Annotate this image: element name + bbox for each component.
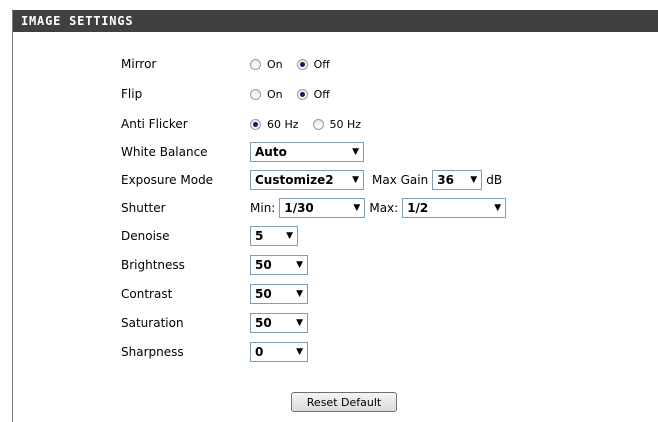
chevron-down-icon: ▼ <box>352 147 359 157</box>
chevron-down-icon: ▼ <box>494 203 502 213</box>
brightness-label: Brightness <box>121 258 185 272</box>
anti-flicker-row: Anti Flicker 60 Hz 50 Hz <box>13 112 658 136</box>
shutter-min-select[interactable]: 1/30 ▼ <box>279 198 366 218</box>
sharpness-control: 0 ▼ <box>250 340 308 364</box>
contrast-select[interactable]: 50 ▼ <box>250 284 308 304</box>
white-balance-select[interactable]: Auto ▼ <box>250 142 364 162</box>
anti-flicker-50hz-label: 50 Hz <box>329 117 362 131</box>
sharpness-row: Sharpness 0 ▼ <box>13 340 658 364</box>
contrast-value: 50 <box>255 287 272 301</box>
brightness-control: 50 ▼ <box>250 253 308 277</box>
reset-default-button[interactable]: Reset Default <box>291 392 397 412</box>
flip-off-radio[interactable] <box>296 88 308 100</box>
white-balance-label: White Balance <box>121 145 208 159</box>
shutter-max-value: 1/2 <box>407 201 429 215</box>
mirror-label: Mirror <box>121 57 157 71</box>
flip-label: Flip <box>121 87 143 101</box>
denoise-label: Denoise <box>121 229 170 243</box>
exposure-mode-row: Exposure Mode Customize2 ▼ Max Gain 36 ▼… <box>13 168 658 192</box>
denoise-value: 5 <box>255 229 264 243</box>
mirror-row: Mirror On Off <box>13 52 658 76</box>
mirror-off-radio[interactable] <box>296 58 308 70</box>
denoise-select[interactable]: 5 ▼ <box>250 226 298 246</box>
white-balance-control: Auto ▼ <box>250 140 364 164</box>
shutter-control: Min: 1/30 ▼ Max: 1/2 ▼ <box>250 196 507 220</box>
shutter-row: Shutter Min: 1/30 ▼ Max: 1/2 ▼ <box>13 196 658 220</box>
shutter-min-label: Min: <box>250 201 276 215</box>
anti-flicker-50hz-radio[interactable] <box>312 118 324 130</box>
mirror-on-label: On <box>267 57 283 71</box>
white-balance-row: White Balance Auto ▼ <box>13 140 658 164</box>
exposure-mode-select[interactable]: Customize2 ▼ <box>250 170 364 190</box>
chevron-down-icon: ▼ <box>470 175 478 185</box>
max-gain-select[interactable]: 36 ▼ <box>432 170 483 190</box>
flip-off-label: Off <box>313 87 330 101</box>
max-gain-label: Max Gain <box>372 173 429 187</box>
mirror-options: On Off <box>250 52 344 76</box>
saturation-row: Saturation 50 ▼ <box>13 311 658 335</box>
shutter-min-value: 1/30 <box>284 201 314 215</box>
exposure-mode-label: Exposure Mode <box>121 173 214 187</box>
saturation-label: Saturation <box>121 316 184 330</box>
contrast-control: 50 ▼ <box>250 282 308 306</box>
brightness-select[interactable]: 50 ▼ <box>250 255 308 275</box>
mirror-on-radio[interactable] <box>250 58 261 70</box>
chevron-down-icon: ▼ <box>352 175 359 185</box>
mirror-off-label: Off <box>313 57 330 71</box>
denoise-row: Denoise 5 ▼ <box>13 224 658 248</box>
sharpness-select[interactable]: 0 ▼ <box>250 342 308 362</box>
chevron-down-icon: ▼ <box>353 203 361 213</box>
exposure-mode-control: Customize2 ▼ Max Gain 36 ▼ dB <box>250 168 506 192</box>
saturation-select[interactable]: 50 ▼ <box>250 313 308 333</box>
exposure-mode-value: Customize2 <box>255 173 334 187</box>
shutter-label: Shutter <box>121 201 166 215</box>
shutter-max-label: Max: <box>369 201 399 215</box>
saturation-control: 50 ▼ <box>250 311 308 335</box>
anti-flicker-label: Anti Flicker <box>121 117 188 131</box>
contrast-label: Contrast <box>121 287 173 301</box>
sharpness-label: Sharpness <box>121 345 184 359</box>
anti-flicker-60hz-label: 60 Hz <box>267 117 299 131</box>
brightness-value: 50 <box>255 258 272 272</box>
chevron-down-icon: ▼ <box>296 347 303 357</box>
max-gain-value: 36 <box>437 173 454 187</box>
white-balance-value: Auto <box>255 145 287 159</box>
saturation-value: 50 <box>255 316 272 330</box>
contrast-row: Contrast 50 ▼ <box>13 282 658 306</box>
anti-flicker-options: 60 Hz 50 Hz <box>250 112 375 136</box>
sharpness-value: 0 <box>255 345 264 359</box>
flip-options: On Off <box>250 82 344 106</box>
denoise-control: 5 ▼ <box>250 224 298 248</box>
max-gain-unit: dB <box>486 173 503 187</box>
image-settings-panel: IMAGE SETTINGS Mirror On Off Flip On Off… <box>12 10 658 422</box>
flip-on-radio[interactable] <box>250 88 261 100</box>
chevron-down-icon: ▼ <box>296 318 303 328</box>
chevron-down-icon: ▼ <box>296 289 303 299</box>
anti-flicker-60hz-radio[interactable] <box>250 118 261 130</box>
shutter-max-select[interactable]: 1/2 ▼ <box>402 198 507 218</box>
flip-on-label: On <box>267 87 283 101</box>
chevron-down-icon: ▼ <box>296 260 303 270</box>
section-header: IMAGE SETTINGS <box>13 10 658 32</box>
brightness-row: Brightness 50 ▼ <box>13 253 658 277</box>
chevron-down-icon: ▼ <box>286 231 293 241</box>
flip-row: Flip On Off <box>13 82 658 106</box>
